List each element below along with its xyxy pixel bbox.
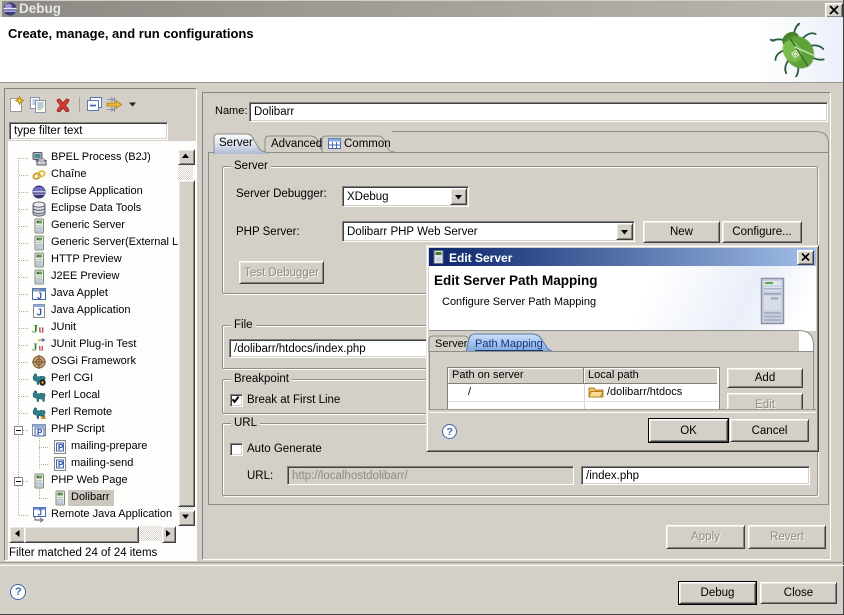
svg-text:J: J [38, 509, 42, 518]
svg-text:u: u [39, 343, 44, 353]
svg-text:P: P [58, 443, 64, 452]
svg-text:J: J [37, 308, 43, 319]
svg-text:J: J [32, 342, 38, 354]
svg-text:P: P [58, 460, 64, 469]
svg-text:u: u [39, 325, 45, 336]
svg-text:J: J [32, 322, 38, 336]
svg-text:P: P [37, 428, 43, 437]
svg-text:J: J [37, 291, 42, 301]
